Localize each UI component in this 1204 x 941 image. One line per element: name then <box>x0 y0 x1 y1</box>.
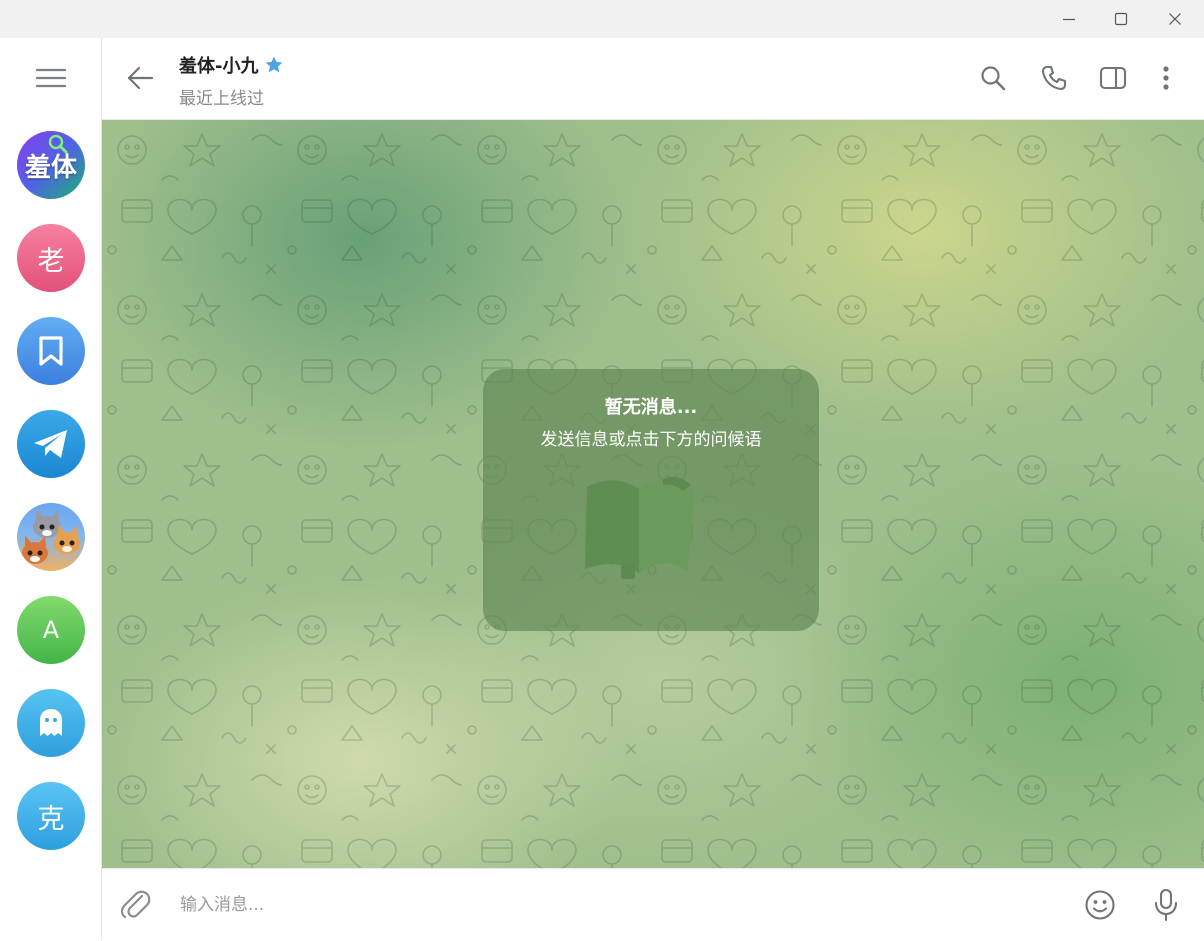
chat-avatar-cats[interactable] <box>17 503 85 571</box>
search-icon <box>981 66 1006 91</box>
chat-avatar-ghost[interactable] <box>17 689 85 757</box>
arrow-left-icon <box>127 66 154 90</box>
telegram-plane-icon <box>34 430 67 458</box>
empty-chat-subtitle: 发送信息或点击下方的问候语 <box>540 430 762 450</box>
chat-list-sidebar: 羞体 老 A 克 <box>0 38 102 940</box>
back-button[interactable] <box>120 58 160 98</box>
chat-title[interactable]: 羞体-小九 <box>179 52 284 78</box>
chat-avatar-lao[interactable]: 老 <box>17 224 85 292</box>
call-button[interactable] <box>1034 58 1074 98</box>
main-menu-button[interactable] <box>24 58 78 98</box>
maximize-button[interactable] <box>1094 0 1148 38</box>
chat-avatar-ke[interactable]: 克 <box>17 782 85 850</box>
emoji-icon <box>1085 890 1115 920</box>
chat-avatar-saved-messages[interactable] <box>17 317 85 385</box>
telegram-window: 羞体 老 A 克 羞体-小九 最近上线过 暂无消息... 发送信息或点击下方的问… <box>0 0 1204 941</box>
magnifier-icon <box>48 134 68 154</box>
phone-icon <box>1041 65 1067 91</box>
message-composer <box>102 868 1204 941</box>
attach-button[interactable] <box>116 885 156 925</box>
chat-avatar-a[interactable]: A <box>17 596 85 664</box>
voice-message-button[interactable] <box>1146 885 1186 925</box>
chat-avatar-telegram[interactable] <box>17 410 85 478</box>
more-vertical-icon <box>1163 66 1169 90</box>
avatar-label: 克 <box>37 803 65 835</box>
star-badge-icon <box>265 56 283 73</box>
chat-header: 羞体-小九 最近上线过 <box>102 38 1204 120</box>
avatar-label: A <box>42 616 60 644</box>
empty-chat-card: 暂无消息... 发送信息或点击下方的问候语 <box>483 369 819 631</box>
chat-avatar-xiuti[interactable]: 羞体 <box>17 131 85 199</box>
more-options-button[interactable] <box>1146 58 1186 98</box>
close-icon <box>1169 13 1181 25</box>
hamburger-menu-icon <box>36 68 66 88</box>
search-button[interactable] <box>973 58 1013 98</box>
toggle-sidebar-button[interactable] <box>1093 58 1133 98</box>
cats-cartoon-avatar <box>22 509 80 564</box>
empty-chat-title: 暂无消息... <box>604 397 698 418</box>
message-input[interactable] <box>178 887 1062 923</box>
microphone-icon <box>1154 888 1178 922</box>
title-bar <box>0 0 1204 38</box>
emoji-button[interactable] <box>1080 885 1120 925</box>
ghost-icon <box>40 709 62 736</box>
chat-title-text: 羞体-小九 <box>179 56 259 77</box>
minimize-icon <box>1063 18 1075 21</box>
paperclip-icon <box>121 890 151 919</box>
minimize-button[interactable] <box>1042 0 1096 38</box>
chat-status: 最近上线过 <box>179 89 264 109</box>
bookmark-icon <box>39 336 63 366</box>
chat-background: 暂无消息... 发送信息或点击下方的问候语 <box>102 120 1204 868</box>
avatar-label: 老 <box>37 245 65 277</box>
sidebar-panel-icon <box>1099 66 1127 90</box>
close-window-button[interactable] <box>1148 0 1202 38</box>
maximize-icon <box>1114 12 1128 26</box>
book-sticker-icon[interactable] <box>579 473 697 581</box>
